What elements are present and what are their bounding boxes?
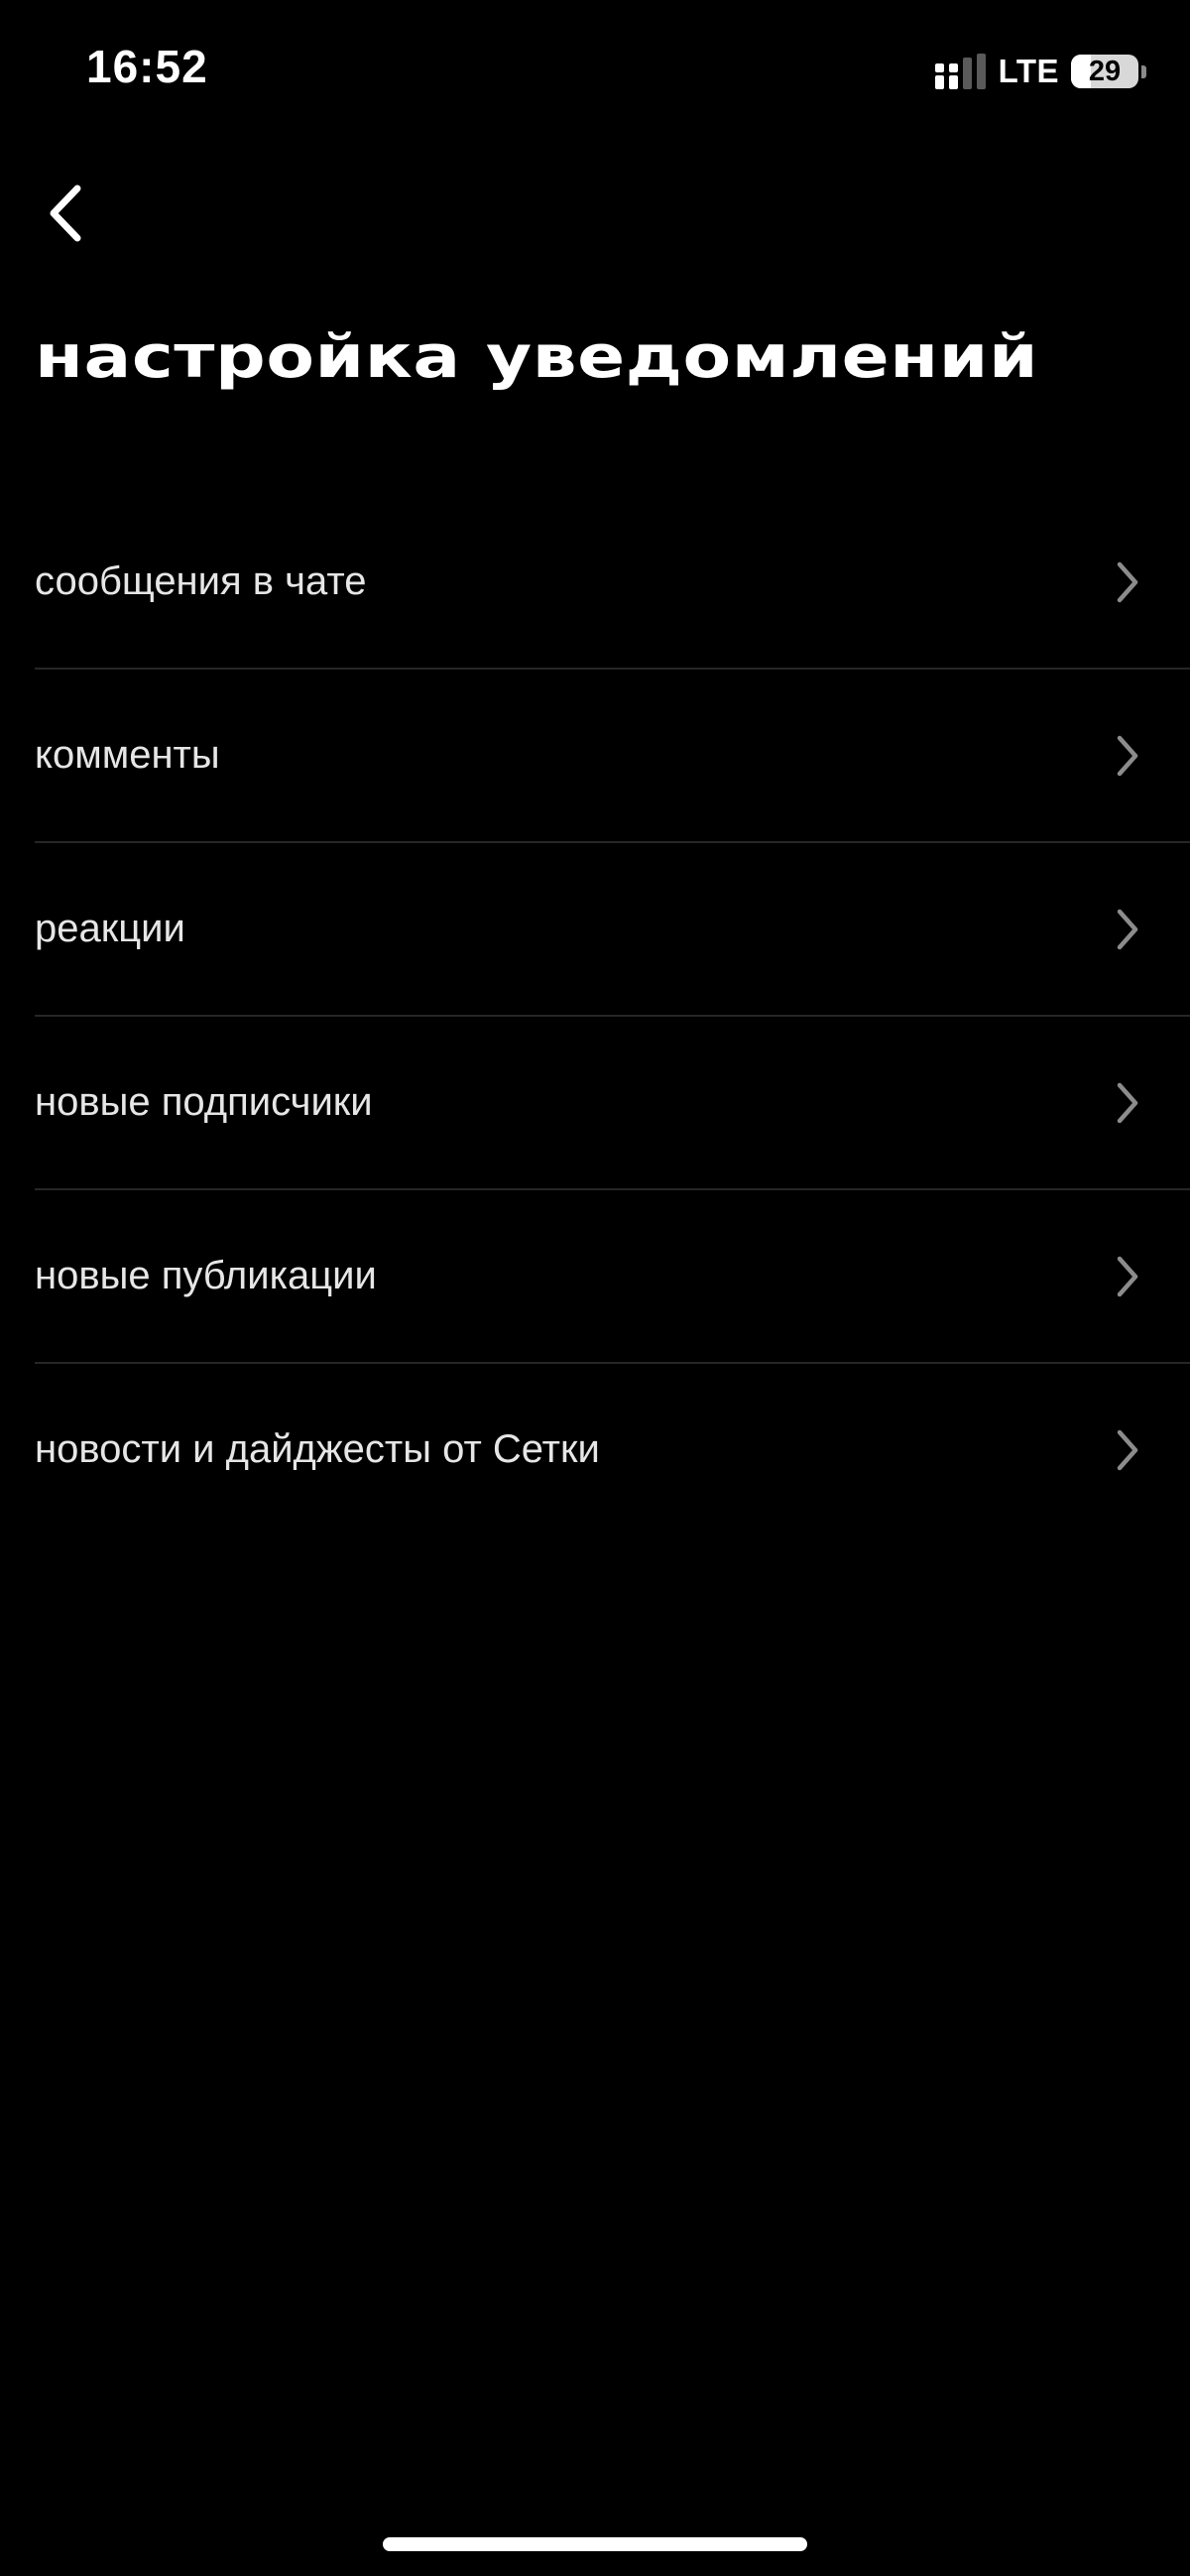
chevron-right-icon [1117, 735, 1138, 776]
chevron-right-icon [1117, 1429, 1138, 1470]
battery-fill [1071, 55, 1091, 88]
home-indicator[interactable] [383, 2537, 807, 2551]
page-title: настройка уведомлений [35, 322, 1039, 392]
settings-item-new-publications[interactable]: новые публикации [35, 1190, 1190, 1364]
chevron-right-icon [1117, 909, 1138, 949]
settings-item-news-digests[interactable]: новости и дайджесты от Сетки [35, 1364, 1190, 1535]
status-indicators: LTE 29 [934, 50, 1146, 93]
battery-icon: 29 [1071, 55, 1138, 88]
settings-item-chat-messages[interactable]: сообщения в чате [35, 496, 1190, 670]
chevron-right-icon [1117, 1256, 1138, 1296]
settings-item-label: новые публикации [35, 1254, 377, 1297]
cellular-signal-icon [934, 54, 986, 89]
settings-item-label: комменты [35, 733, 220, 777]
battery-indicator: 29 [1071, 55, 1146, 88]
settings-item-label: сообщения в чате [35, 559, 367, 603]
settings-item-new-followers[interactable]: новые подписчики [35, 1017, 1190, 1190]
network-type-label: LTE [998, 53, 1059, 89]
back-button[interactable] [30, 169, 101, 258]
notification-settings-list: сообщения в чате комменты реакции новые … [35, 496, 1190, 1535]
settings-item-reactions[interactable]: реакции [35, 843, 1190, 1017]
battery-percent: 29 [1088, 55, 1122, 87]
chevron-right-icon [1117, 1082, 1138, 1123]
chevron-left-icon [50, 184, 81, 242]
settings-item-label: реакции [35, 907, 185, 950]
settings-item-label: новые подписчики [35, 1080, 373, 1124]
status-bar: 16:52 LTE 29 [0, 0, 1190, 139]
settings-item-label: новости и дайджесты от Сетки [35, 1427, 600, 1471]
battery-cap [1141, 64, 1146, 78]
status-time: 16:52 [86, 41, 208, 92]
settings-item-comments[interactable]: комменты [35, 670, 1190, 843]
chevron-right-icon [1117, 561, 1138, 602]
